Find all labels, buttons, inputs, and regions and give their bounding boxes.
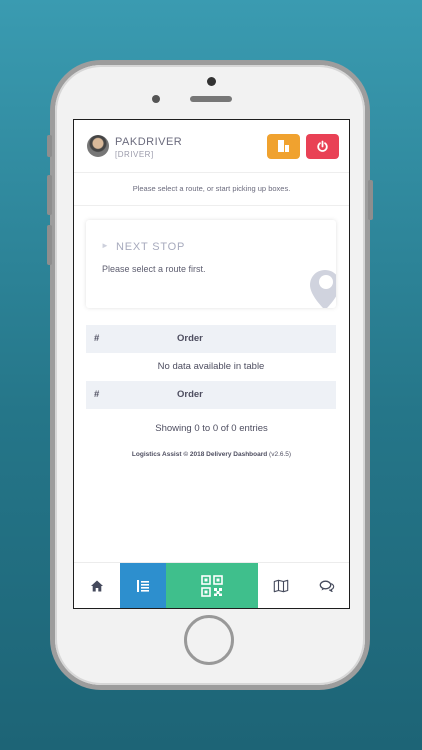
mute-switch bbox=[47, 135, 52, 157]
home-button[interactable] bbox=[184, 615, 234, 665]
app-header: PAKDRIVER [DRIVER] bbox=[74, 120, 349, 173]
column-number[interactable]: # bbox=[94, 325, 99, 353]
bottom-nav bbox=[74, 562, 349, 608]
footer-column-number: # bbox=[94, 389, 100, 400]
volume-up-button bbox=[47, 175, 52, 215]
chat-icon bbox=[319, 580, 334, 592]
next-stop-card[interactable]: ► NEXT STOP Please select a route first. bbox=[86, 220, 336, 308]
footer-copyright: Logistics Assist © 2018 Delivery Dashboa… bbox=[131, 451, 268, 458]
map-icon bbox=[273, 579, 289, 593]
list-icon bbox=[137, 580, 149, 592]
footer-column-order: Order bbox=[177, 389, 203, 400]
camera-icon bbox=[207, 77, 216, 86]
volume-down-button bbox=[47, 225, 52, 265]
power-side-button bbox=[368, 180, 373, 220]
next-stop-message: Please select a route first. bbox=[102, 264, 206, 274]
nav-scan-qr[interactable] bbox=[166, 563, 258, 608]
avatar bbox=[87, 135, 109, 157]
user-role: [DRIVER] bbox=[115, 150, 154, 159]
chevron-right-icon: ► bbox=[101, 241, 109, 250]
table-footer: # Order bbox=[86, 381, 336, 409]
app-version: (v2.6.5) bbox=[269, 451, 292, 458]
next-stop-title: NEXT STOP bbox=[116, 241, 186, 253]
app-footer: Logistics Assist © 2018 Delivery Dashboa… bbox=[74, 451, 349, 458]
route-notice: Please select a route, or start picking … bbox=[74, 173, 349, 206]
boxes-button[interactable] bbox=[267, 134, 300, 159]
entries-info: Showing 0 to 0 of 0 entries bbox=[155, 423, 268, 434]
table-header: # Order bbox=[86, 325, 336, 353]
qr-code-icon bbox=[201, 575, 223, 597]
home-icon bbox=[91, 580, 103, 592]
nav-map[interactable] bbox=[258, 563, 304, 608]
phone-frame: PAKDRIVER [DRIVER] Please select a route… bbox=[47, 65, 373, 685]
power-icon bbox=[317, 140, 328, 152]
column-order[interactable]: Order bbox=[177, 325, 203, 353]
user-name: PAKDRIVER bbox=[115, 136, 183, 148]
front-sensor bbox=[152, 95, 160, 103]
orders-table: # Order No data available in table # Ord… bbox=[86, 325, 336, 409]
boxes-icon bbox=[278, 140, 289, 152]
nav-home[interactable] bbox=[74, 563, 120, 608]
location-pin-icon bbox=[310, 270, 336, 308]
table-empty-row: No data available in table bbox=[86, 353, 336, 381]
logout-button[interactable] bbox=[306, 134, 339, 159]
nav-chat[interactable] bbox=[304, 563, 349, 608]
app-screen: PAKDRIVER [DRIVER] Please select a route… bbox=[73, 119, 350, 609]
nav-list[interactable] bbox=[120, 563, 166, 608]
earpiece-speaker bbox=[190, 96, 232, 102]
